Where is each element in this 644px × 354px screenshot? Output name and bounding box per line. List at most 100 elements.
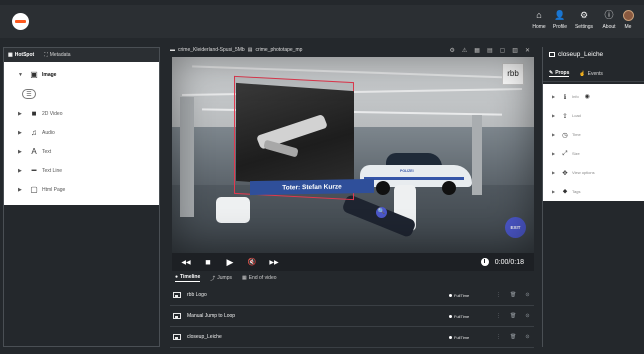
tree-item-text-line[interactable]: ▶ ━ Text Line (4, 161, 159, 180)
timing-mode[interactable]: FullTime (449, 335, 469, 340)
tab-props[interactable]: ✎ Props (549, 70, 570, 77)
breadcrumb-item[interactable]: crime_phototape_mp (255, 47, 302, 53)
image-icon (173, 334, 181, 340)
tab-metadata-label: Metadata (49, 52, 71, 58)
target-icon[interactable]: ⊙ (525, 292, 529, 298)
caret-right-icon[interactable]: ▶ (18, 111, 22, 117)
tree-subitem: ☰ (4, 84, 159, 104)
rewind-button[interactable]: ◀◀ (176, 259, 196, 266)
caret-right-icon[interactable]: ▶ (18, 130, 22, 136)
video-viewport[interactable]: POLIZEI Toter: Stefan Kurze rbb 🔍 EXIT (172, 57, 534, 253)
tree-item-label: Text (42, 148, 52, 155)
trash-icon[interactable]: 🗑 (510, 292, 516, 298)
caret-right-icon[interactable]: ▶ (552, 189, 558, 194)
eye-icon[interactable]: ◉ (585, 93, 590, 100)
timeline-item-label: closeup_Leiche (187, 334, 222, 340)
list-icon: ☰ (26, 91, 32, 98)
image-icon: ▣ (30, 70, 38, 79)
timing-mode[interactable]: FullTime (449, 314, 469, 319)
target-icon[interactable]: ⊙ (525, 334, 529, 340)
timing-mode-label: FullTime (454, 334, 470, 340)
end-video-icon: ▦ (241, 275, 247, 281)
prop-section-view-options[interactable]: ▶ ✥ View options (543, 163, 644, 182)
timeline-list: rbb Logo FullTime ⋮ 🗑 ⊙ Manual Jump to L… (170, 285, 534, 348)
grid-tool-icon[interactable]: ▦ (474, 47, 480, 54)
list-item[interactable]: closeup_Leiche FullTime ⋮ 🗑 ⊙ (170, 327, 534, 348)
tree-item-2d-video[interactable]: ▶ ■ 2D Video (4, 104, 159, 123)
playback-timer: 0:00/0:18 (480, 258, 534, 266)
tags-icon: ⬥ (562, 187, 568, 195)
events-icon: ☝ (579, 70, 586, 77)
caret-right-icon[interactable]: ▶ (552, 113, 558, 118)
timeline-tabs: ● Timeline ⤴ Jumps ▦ End of video (175, 274, 277, 282)
trash-icon[interactable]: 🗑 (510, 334, 516, 340)
prop-section-tags[interactable]: ▶ ⬥ Tags (543, 182, 644, 201)
timing-mode[interactable]: FullTime (449, 293, 469, 298)
tab-jumps-label: Jumps (217, 275, 232, 281)
list-chip-button[interactable]: ☰ (22, 89, 36, 99)
timing-mode-label: FullTime (454, 292, 470, 298)
tab-timeline[interactable]: ● Timeline (175, 274, 201, 282)
tab-props-label: Props (555, 70, 570, 76)
view-options-icon: ✥ (562, 169, 568, 177)
video-icon: ■ (31, 109, 37, 118)
image-icon (173, 292, 181, 298)
caret-right-icon[interactable]: ▶ (18, 187, 22, 193)
tree-item-audio[interactable]: ▶ ♫ Audio (4, 123, 159, 142)
prop-section-load[interactable]: ▶ ⇪ Load (543, 106, 644, 125)
tab-events[interactable]: ☝ Events (579, 71, 603, 77)
more-icon[interactable]: ⋮ (496, 292, 501, 298)
folder-icon: ▬ (170, 47, 175, 53)
trash-icon[interactable]: 🗑 (510, 313, 516, 319)
tab-end-of-video[interactable]: ▦ End of video (242, 274, 277, 282)
row-actions: ⋮ 🗑 ⊙ (496, 292, 530, 298)
layout-tool-icon[interactable]: ▥ (512, 47, 518, 54)
selected-hotspot-name: closeup_Leiche (558, 51, 604, 58)
prop-section-time[interactable]: ▶ ◷ Time (543, 125, 644, 144)
list-item[interactable]: Manual Jump to Loop FullTime ⋮ 🗑 ⊙ (170, 306, 534, 327)
tree-item-text[interactable]: ▶ A Text (4, 142, 159, 161)
tree-item-label: Audio (42, 129, 55, 136)
vignette (172, 57, 534, 253)
prop-section-label: View options (572, 170, 595, 175)
caret-right-icon[interactable]: ▶ (552, 132, 558, 137)
caret-right-icon[interactable]: ▶ (552, 170, 558, 175)
properties-tabs: ✎ Props ☝ Events (543, 66, 644, 82)
warning-tool-icon[interactable]: ⚠ (462, 47, 467, 54)
breadcrumb-item[interactable]: crime_Kleiderland-Spusi_5Mb (178, 47, 245, 53)
tab-hotspot[interactable]: ▦ HotSpot (8, 52, 34, 58)
tab-hotspot-label: HotSpot (14, 52, 35, 58)
play-button[interactable]: ▶ (220, 257, 240, 268)
app-logo[interactable] (12, 13, 29, 30)
more-icon[interactable]: ⋮ (496, 334, 501, 340)
caret-right-icon[interactable]: ▶ (552, 94, 558, 99)
metadata-icon: ⛶ (44, 52, 48, 58)
nav-me[interactable]: Me (614, 9, 642, 35)
caret-down-icon[interactable]: ▼ (18, 72, 23, 78)
monitor-tool-icon[interactable]: ▢ (500, 47, 506, 54)
tab-metadata[interactable]: ⛶ Metadata (44, 52, 70, 58)
app-root: ⌂ Home 👤 Profile ⚙ Settings ⓘ About Me ▦… (0, 0, 644, 354)
prop-section-label: Tags (572, 189, 581, 194)
prop-section-size[interactable]: ▶ ⤢ Size (543, 144, 644, 163)
caret-right-icon[interactable]: ▶ (18, 149, 22, 155)
forward-button[interactable]: ▶▶ (264, 259, 284, 266)
jumps-icon: ⤴ (210, 275, 216, 282)
caret-right-icon[interactable]: ▶ (18, 168, 22, 174)
text-line-icon: ━ (31, 166, 37, 175)
stop-button[interactable]: ■ (198, 257, 218, 267)
html-page-icon: ▢ (30, 185, 38, 194)
more-icon[interactable]: ⋮ (496, 313, 501, 319)
tree-item-image[interactable]: ▼ ▣ Image (4, 65, 159, 84)
close-icon[interactable]: ✕ (525, 47, 530, 54)
target-icon[interactable]: ⊙ (525, 313, 529, 319)
prop-section-label: Load (572, 113, 581, 118)
tab-jumps[interactable]: ⤴ Jumps (210, 274, 232, 282)
caret-right-icon[interactable]: ▶ (552, 151, 558, 156)
prop-section-info[interactable]: ▶ ℹ Info ◉ (543, 87, 644, 106)
list-item[interactable]: rbb Logo FullTime ⋮ 🗑 ⊙ (170, 285, 534, 306)
mute-button[interactable]: 🔇 (242, 258, 262, 266)
tree-item-html-page[interactable]: ▶ ▢ Html Page (4, 180, 159, 199)
list-tool-icon[interactable]: ▤ (487, 47, 493, 54)
settings-tool-icon[interactable]: ⚙ (450, 47, 455, 54)
